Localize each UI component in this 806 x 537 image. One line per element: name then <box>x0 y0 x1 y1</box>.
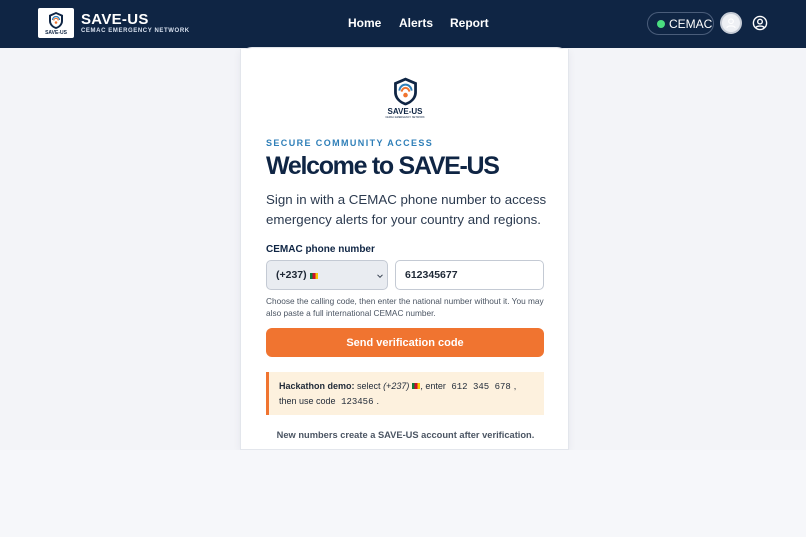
card-logo-subtext: CEMAC EMERGENCY NETWORK <box>385 116 425 119</box>
account-creation-note: New numbers create a SAVE-US account aft… <box>276 430 535 440</box>
demo-hint-number: 612 345 678 <box>451 382 511 392</box>
page-title: Welcome to SAVE-US <box>266 152 500 180</box>
region-selector-button[interactable]: CEMAC <box>647 12 714 35</box>
phone-number-label: CEMAC phone number <box>266 244 375 255</box>
avatar[interactable] <box>720 12 742 34</box>
demo-hint-text: then use code <box>279 396 336 406</box>
login-card: SAVE-US CEMAC EMERGENCY NETWORK SECURE C… <box>240 49 569 450</box>
chevron-down-icon <box>377 274 383 279</box>
calling-code-value: (+237) <box>276 269 307 281</box>
brand-logo-text: SAVE-US <box>45 29 67 36</box>
demo-hint-text: select <box>357 381 381 391</box>
demo-hint-text: , <box>513 381 517 391</box>
avatar-person-icon <box>726 18 736 29</box>
region-status-dot <box>657 19 665 28</box>
phone-helper-text: Choose the calling code, then enter the … <box>266 296 544 318</box>
demo-hint-text: . <box>376 396 379 406</box>
account-icon[interactable] <box>752 15 768 31</box>
demo-hint-code: (+237) <box>383 381 410 391</box>
demo-hint-box: Hackathon demo: select (+237) , enter 612… <box>266 372 544 415</box>
brand-name[interactable]: SAVE-US <box>81 11 149 28</box>
nav-report-link[interactable]: Report <box>450 16 489 30</box>
phone-number-input[interactable] <box>395 260 544 290</box>
card-logo: SAVE-US CEMAC EMERGENCY NETWORK <box>383 76 427 120</box>
brand-logo[interactable]: SAVE-US <box>38 8 74 38</box>
brand-tagline: CEMAC EMERGENCY NETWORK <box>81 28 190 34</box>
nav-alerts-link[interactable]: Alerts <box>399 16 433 30</box>
intro-text: Sign in with a CEMAC phone number to acc… <box>266 192 547 227</box>
send-verification-code-button[interactable]: Send verification code <box>266 328 544 357</box>
calling-code-select[interactable]: (+237) <box>266 260 388 290</box>
shield-logo-icon <box>49 11 63 29</box>
cameroon-flag-icon <box>309 272 318 279</box>
eyebrow-label: SECURE COMMUNITY ACCESS <box>266 138 434 148</box>
nav-home-link[interactable]: Home <box>348 16 381 30</box>
demo-hint-text: , enter <box>420 381 446 391</box>
shield-logo-icon <box>393 77 417 106</box>
top-navbar: SAVE-US SAVE-US CEMAC EMERGENCY NETWORK … <box>0 0 806 48</box>
region-label: CEMAC <box>669 16 713 31</box>
demo-hint-lead: Hackathon demo: <box>279 381 355 391</box>
demo-hint-verify-code: 123456 <box>341 397 374 407</box>
page-background-bottom <box>0 450 806 537</box>
card-logo-text: SAVE-US <box>387 107 423 116</box>
